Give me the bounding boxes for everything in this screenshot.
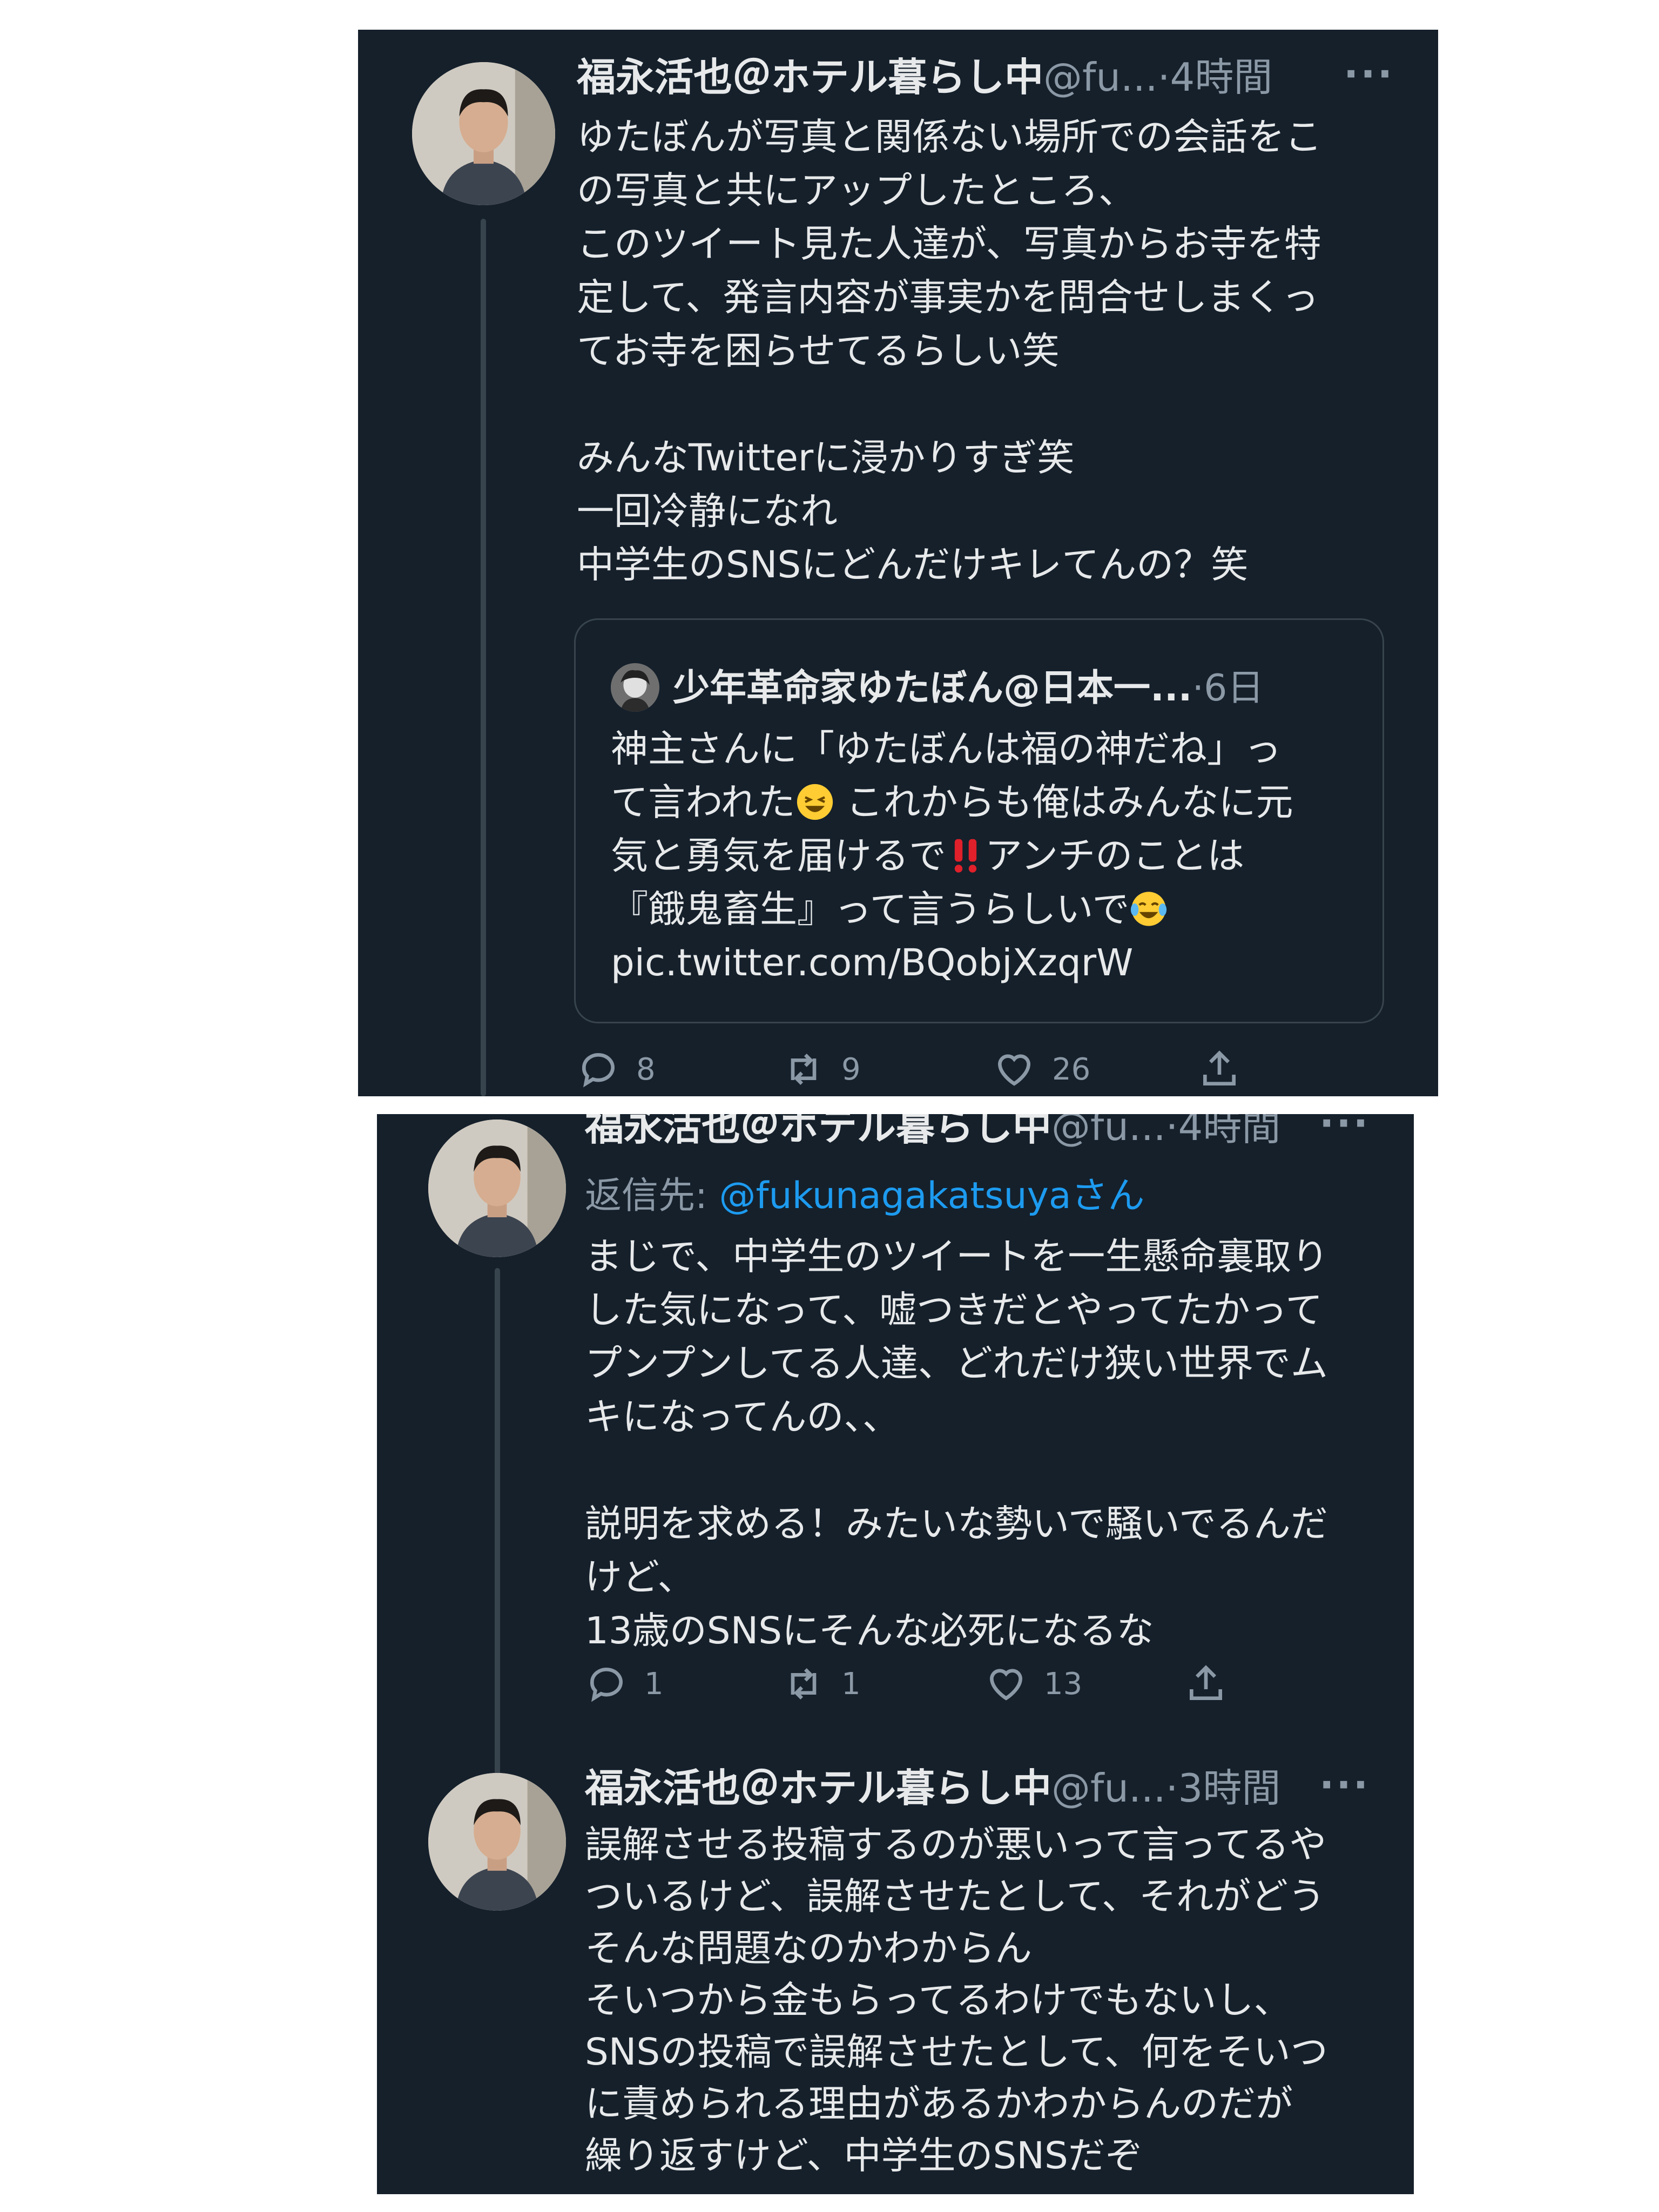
like-count: 13: [1044, 1666, 1083, 1702]
share-button[interactable]: [1184, 1660, 1244, 1708]
retweet-count: 1: [841, 1666, 861, 1702]
reply-count: 1: [644, 1666, 664, 1702]
tweet-actions: 8 9 26: [577, 1045, 1279, 1094]
tears-of-joy-emoji-icon: [1131, 892, 1167, 926]
display-name[interactable]: 福永活也＠ホテル暮らし中: [577, 55, 1043, 100]
quoted-line: 気と勇気を届けるで: [611, 834, 946, 878]
more-options-icon[interactable]: ···: [1319, 1114, 1370, 1146]
tweet-actions: 1 1 13: [585, 1660, 1233, 1708]
like-button[interactable]: 26: [993, 1045, 1090, 1094]
heart-icon: [989, 1669, 1023, 1701]
quoted-line: て言われた: [611, 781, 795, 824]
timestamp[interactable]: 3時間: [1178, 1765, 1281, 1811]
timestamp[interactable]: 4時間: [1170, 55, 1273, 100]
user-handle[interactable]: @fu...: [1051, 1765, 1166, 1811]
tweet-header: 福永活也＠ホテル暮らし中@fu...·3時間: [585, 1765, 1280, 1811]
reply-button[interactable]: 8: [577, 1045, 656, 1094]
quoted-link[interactable]: pic.twitter.com/BQobjXzqrW: [611, 941, 1133, 984]
quoted-header: 少年革命家ゆたぼん@日本一...·6日: [673, 658, 1264, 711]
quoted-line: 『餓鬼畜生』って言うらしいで: [611, 888, 1130, 931]
reply-to-suffix: さん: [1071, 1175, 1145, 1217]
heart-icon: [997, 1054, 1031, 1086]
retweet-icon: [791, 1053, 817, 1085]
share-button[interactable]: [1198, 1045, 1257, 1094]
user-handle[interactable]: @fu...: [1051, 1114, 1166, 1149]
quoted-avatar: [611, 663, 659, 712]
tweet-header: 福永活也＠ホテル暮らし中@fu...·4時間: [577, 54, 1272, 100]
laughing-emoji-icon: [797, 784, 833, 820]
display-name[interactable]: 福永活也＠ホテル暮らし中: [585, 1114, 1051, 1149]
like-button[interactable]: 13: [984, 1660, 1082, 1708]
reply-button[interactable]: 1: [585, 1660, 664, 1708]
like-count: 26: [1052, 1051, 1091, 1087]
reply-to-prefix: 返信先:: [585, 1175, 719, 1217]
double-exclamation-icon: [954, 839, 977, 873]
quoted-display-name: 少年革命家ゆたぼん@日本一...: [673, 667, 1192, 710]
retweet-button[interactable]: 1: [782, 1660, 861, 1708]
share-icon: [1203, 1050, 1236, 1085]
separator-dot: ·: [1192, 667, 1204, 710]
tweet-text: まじで、中学生のツイートを一生懸命裏取り した気になって、嘘つきだとやってたかっ…: [585, 1235, 1329, 1653]
thread-line: [495, 1268, 500, 1784]
tweet-card-1: 福永活也＠ホテル暮らし中@fu...·4時間 ··· ゆたぼんが写真と関係ない場…: [358, 30, 1438, 1096]
thread-line: [481, 219, 486, 1096]
tweet-text: ゆたぼんが写真と関係ない場所での会話をこ の写真と共にアップしたところ、 このツ…: [577, 116, 1322, 586]
reply-icon: [582, 1053, 615, 1088]
reply-to-line: 返信先: @fukunagakatsuyaさん: [585, 1165, 1145, 1219]
timestamp[interactable]: 4時間: [1178, 1114, 1281, 1149]
user-handle[interactable]: @fu...: [1043, 55, 1158, 100]
quoted-line: これからも俺はみんなに元: [846, 781, 1293, 824]
share-icon: [1190, 1665, 1222, 1700]
tweet-header: 福永活也＠ホテル暮らし中@fu...·4時間: [585, 1114, 1280, 1150]
reply-to-handle-link[interactable]: @fukunagakatsuya: [719, 1175, 1071, 1217]
quoted-tweet[interactable]: 少年革命家ゆたぼん@日本一...·6日 神主さんに「ゆたぼんは福の神だね」っ て…: [574, 618, 1384, 1023]
avatar[interactable]: [412, 62, 555, 205]
avatar[interactable]: [428, 1773, 566, 1911]
more-options-icon[interactable]: ···: [1344, 51, 1394, 97]
more-options-icon[interactable]: ···: [1319, 1762, 1370, 1808]
avatar[interactable]: [428, 1120, 566, 1257]
tweet-text: 誤解させる投稿するのが悪いって言ってるや ついるけど、誤解させたとして、それがど…: [585, 1823, 1328, 2177]
quoted-line: アンチのことは: [985, 834, 1245, 878]
reply-thread: 福永活也＠ホテル暮らし中@fu...·4時間 ··· 返信先: @fukunag…: [377, 1114, 1414, 2194]
reply-icon: [590, 1668, 623, 1702]
retweet-button[interactable]: 9: [782, 1045, 861, 1094]
separator-dot: ·: [1157, 55, 1170, 100]
quoted-text: 神主さんに「ゆたぼんは福の神だね」っ て言われた これからも俺はみんなに元 気と…: [611, 723, 1367, 990]
retweet-icon: [791, 1668, 817, 1700]
retweet-count: 9: [841, 1051, 861, 1087]
separator-dot: ·: [1165, 1765, 1178, 1811]
reply-count: 8: [636, 1051, 656, 1087]
quoted-timestamp: 6日: [1204, 667, 1264, 710]
quoted-line: 神主さんに「ゆたぼんは福の神だね」っ: [611, 727, 1282, 771]
display-name[interactable]: 福永活也＠ホテル暮らし中: [585, 1765, 1051, 1811]
separator-dot: ·: [1165, 1114, 1178, 1149]
